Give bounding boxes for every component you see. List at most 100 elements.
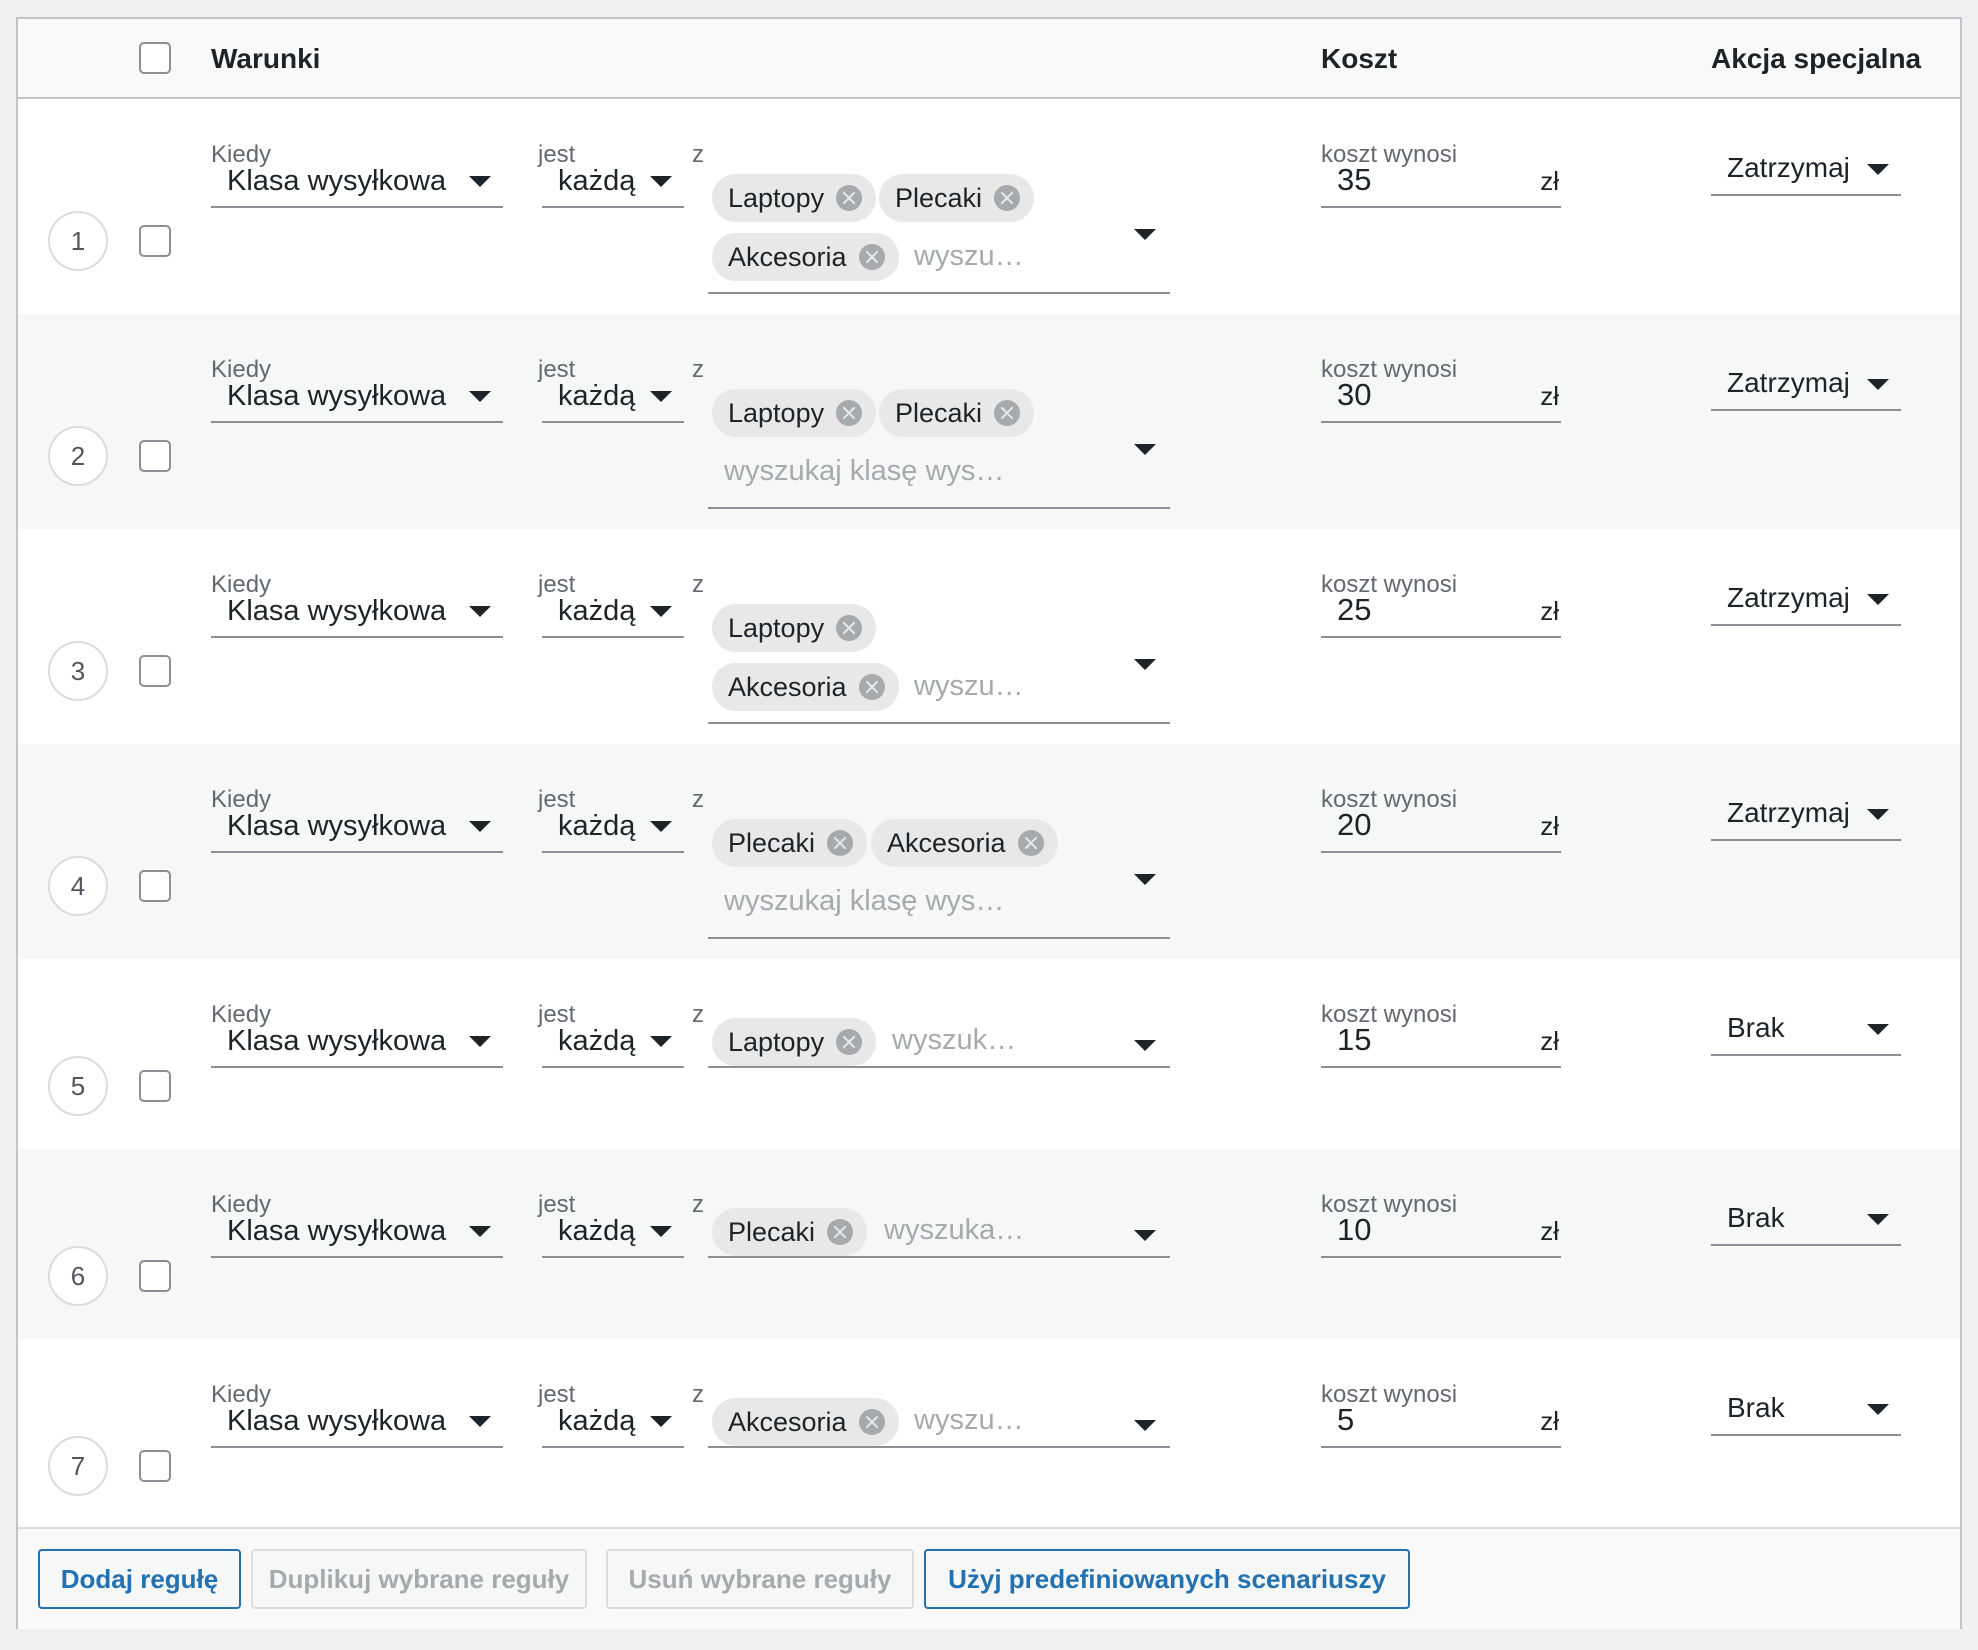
shipping-class-multiselect[interactable]: Akcesoria wyszu… — [708, 1398, 1170, 1448]
special-action-value: Brak — [1727, 1392, 1785, 1423]
special-action-select[interactable]: Zatrzymaj — [1711, 789, 1901, 841]
remove-tag-icon[interactable] — [858, 1409, 885, 1435]
search-input[interactable]: wyszu… — [914, 240, 1024, 273]
special-action-select[interactable]: Zatrzymaj — [1711, 144, 1901, 196]
operator-select[interactable]: każdą — [542, 586, 684, 638]
table-header: Warunki Koszt Akcja specjalna — [18, 19, 1960, 99]
select-all-checkbox[interactable] — [139, 42, 171, 74]
rule-checkbox[interactable] — [139, 655, 171, 687]
search-input[interactable]: wyszukaj klasę wys… — [724, 885, 1004, 918]
tag-label: Akcesoria — [887, 827, 1006, 858]
header-special-action: Akcja specjalna — [1711, 43, 1922, 74]
cost-value: 35 — [1337, 162, 1372, 197]
cost-input[interactable]: 35 zł — [1321, 156, 1561, 208]
tag-label: Plecaki — [895, 182, 983, 213]
shipping-class-multiselect[interactable]: Plecaki wyszuka… — [708, 1208, 1170, 1258]
condition-type-select[interactable]: Klasa wysyłkowa — [211, 1206, 503, 1258]
cost-input[interactable]: 10 zł — [1321, 1206, 1561, 1258]
remove-tag-icon[interactable] — [858, 244, 885, 270]
shipping-class-multiselect[interactable]: Laptopy wyszuk… — [708, 1018, 1170, 1068]
special-action-value: Brak — [1727, 1012, 1785, 1043]
chevron-down-icon — [469, 176, 491, 187]
remove-tag-icon[interactable] — [827, 1219, 854, 1245]
special-action-select[interactable]: Brak — [1711, 1384, 1901, 1436]
search-input[interactable]: wyszuk… — [892, 1024, 1016, 1057]
tag-label: Plecaki — [895, 397, 983, 428]
remove-tag-icon[interactable] — [836, 400, 863, 426]
condition-type-select[interactable]: Klasa wysyłkowa — [211, 1396, 503, 1448]
rule-checkbox[interactable] — [139, 440, 171, 472]
shipping-class-multiselect[interactable]: Laptopy Plecaki wyszukaj klasę wys… — [708, 389, 1170, 509]
remove-tag-icon[interactable] — [1017, 830, 1044, 856]
chevron-down-icon — [469, 1416, 491, 1427]
special-action-select[interactable]: Brak — [1711, 1194, 1901, 1246]
cost-input[interactable]: 15 zł — [1321, 1016, 1561, 1068]
duplicate-rules-button[interactable]: Duplikuj wybrane reguły — [251, 1549, 587, 1609]
operator-select[interactable]: każdą — [542, 371, 684, 423]
operator-select[interactable]: każdą — [542, 156, 684, 208]
shipping-class-multiselect[interactable]: Plecaki Akcesoria wyszukaj klasę wys… — [708, 819, 1170, 939]
rule-checkbox[interactable] — [139, 870, 171, 902]
chevron-down-icon — [1867, 1404, 1889, 1415]
operator-select[interactable]: każdą — [542, 801, 684, 853]
condition-type-select[interactable]: Klasa wysyłkowa — [211, 1016, 503, 1068]
remove-tag-icon[interactable] — [994, 185, 1021, 211]
chevron-down-icon — [650, 606, 672, 617]
shipping-class-multiselect[interactable]: Laptopy Plecaki Akcesoria wyszu… — [708, 174, 1170, 294]
operator-select[interactable]: każdą — [542, 1396, 684, 1448]
search-input[interactable]: wyszu… — [914, 670, 1024, 703]
tag-chip: Akcesoria — [871, 819, 1058, 867]
rule-number: 4 — [48, 856, 108, 916]
search-input[interactable]: wyszu… — [914, 1404, 1024, 1437]
rule-checkbox[interactable] — [139, 1260, 171, 1292]
special-action-select[interactable]: Brak — [1711, 1004, 1901, 1056]
cost-input[interactable]: 30 zł — [1321, 371, 1561, 423]
search-input[interactable]: wyszuka… — [884, 1214, 1024, 1247]
condition-type-select[interactable]: Klasa wysyłkowa — [211, 801, 503, 853]
chevron-down-icon — [1134, 229, 1156, 240]
add-rule-button[interactable]: Dodaj regułę — [38, 1549, 241, 1609]
operator-select[interactable]: każdą — [542, 1016, 684, 1068]
rule-row: 5 Kiedy jest z koszt wynosi Klasa wysyłk… — [18, 959, 1960, 1149]
operator-select[interactable]: każdą — [542, 1206, 684, 1258]
special-action-select[interactable]: Zatrzymaj — [1711, 574, 1901, 626]
chevron-down-icon — [1867, 164, 1889, 175]
condition-type-value: Klasa wysyłkowa — [227, 1024, 447, 1057]
from-label: z — [692, 141, 704, 168]
condition-type-value: Klasa wysyłkowa — [227, 164, 447, 197]
tag-chip: Plecaki — [712, 1208, 868, 1256]
condition-type-select[interactable]: Klasa wysyłkowa — [211, 156, 503, 208]
remove-tag-icon[interactable] — [836, 185, 863, 211]
predefined-scenarios-button[interactable]: Użyj predefiniowanych scenariuszy — [924, 1549, 1410, 1609]
remove-tag-icon[interactable] — [836, 1029, 863, 1055]
from-label: z — [692, 571, 704, 598]
delete-rules-button[interactable]: Usuń wybrane reguły — [606, 1549, 914, 1609]
chevron-down-icon — [650, 1226, 672, 1237]
rule-checkbox[interactable] — [139, 1450, 171, 1482]
search-input[interactable]: wyszukaj klasę wys… — [724, 455, 1004, 488]
rule-checkbox[interactable] — [139, 225, 171, 257]
remove-tag-icon[interactable] — [994, 400, 1021, 426]
special-action-select[interactable]: Zatrzymaj — [1711, 359, 1901, 411]
chevron-down-icon — [650, 1036, 672, 1047]
cost-value: 15 — [1337, 1022, 1372, 1057]
rule-checkbox[interactable] — [139, 1070, 171, 1102]
cost-value: 25 — [1337, 592, 1372, 627]
condition-type-select[interactable]: Klasa wysyłkowa — [211, 586, 503, 638]
table-footer: Dodaj regułę Duplikuj wybrane reguły Usu… — [18, 1527, 1960, 1629]
special-action-value: Brak — [1727, 1202, 1785, 1233]
remove-tag-icon[interactable] — [858, 674, 885, 700]
remove-tag-icon[interactable] — [836, 615, 863, 641]
cost-input[interactable]: 25 zł — [1321, 586, 1561, 638]
cost-input[interactable]: 5 zł — [1321, 1396, 1561, 1448]
special-action-value: Zatrzymaj — [1727, 367, 1850, 398]
cost-input[interactable]: 20 zł — [1321, 801, 1561, 853]
tag-chip: Laptopy — [712, 174, 877, 222]
tag-chip: Laptopy — [712, 389, 877, 437]
chevron-down-icon — [650, 1416, 672, 1427]
tag-chip: Plecaki — [879, 174, 1035, 222]
shipping-class-multiselect[interactable]: Laptopy Akcesoria wyszu… — [708, 604, 1170, 724]
remove-tag-icon[interactable] — [827, 830, 854, 856]
operator-value: każdą — [558, 1404, 636, 1437]
condition-type-select[interactable]: Klasa wysyłkowa — [211, 371, 503, 423]
